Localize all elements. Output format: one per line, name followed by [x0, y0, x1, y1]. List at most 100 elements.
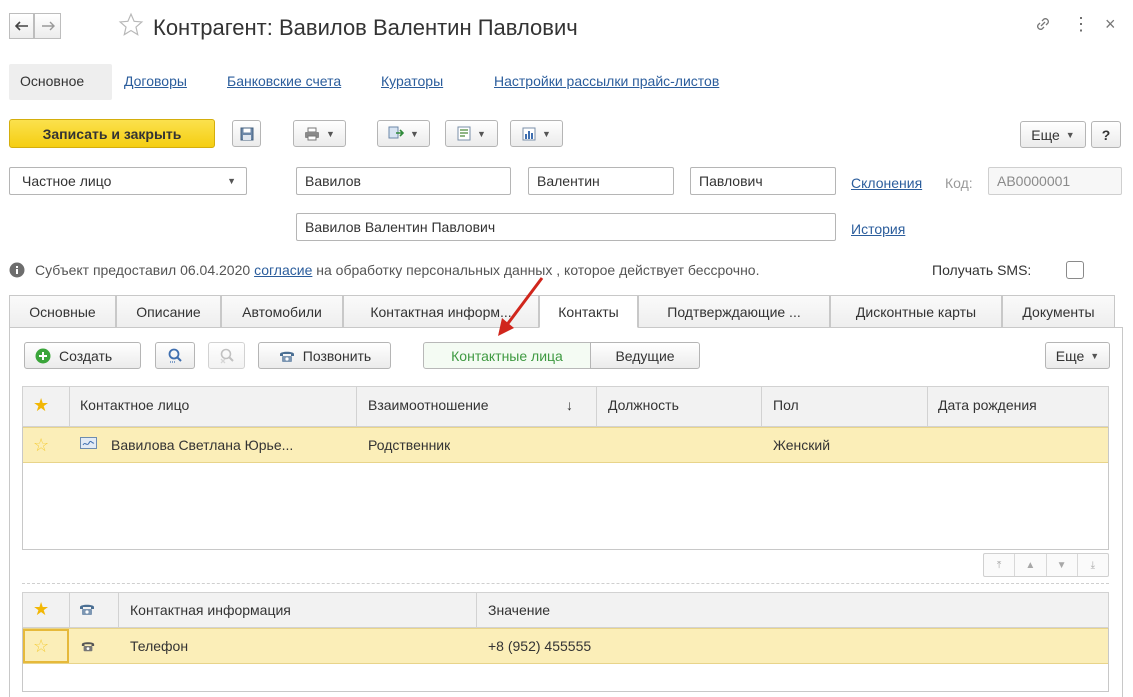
- sms-label: Получать SMS:: [932, 262, 1032, 278]
- row-contact-type: Телефон: [130, 638, 189, 654]
- contacts-more-button[interactable]: Еще ▼: [1045, 342, 1110, 369]
- help-button[interactable]: ?: [1091, 121, 1121, 148]
- row-relation: Родственник: [368, 437, 451, 453]
- row-contact-name: Вавилова Светлана Юрье...: [111, 437, 294, 453]
- chevron-down-icon: ▼: [1090, 350, 1100, 361]
- move-last-icon[interactable]: ⤓: [1078, 554, 1108, 576]
- person-type-select[interactable]: Частное лицо ▼: [9, 167, 247, 195]
- tab-discount-cards[interactable]: Дисконтные карты: [830, 295, 1002, 327]
- col-gender[interactable]: Пол: [773, 397, 799, 413]
- tab-main[interactable]: Основные: [9, 295, 116, 327]
- print-button[interactable]: ▼: [293, 120, 346, 147]
- row-contact-value: +8 (952) 455555: [488, 638, 592, 654]
- contact-card-icon: [80, 437, 97, 449]
- info-icon: [9, 262, 25, 278]
- last-name-field[interactable]: Вавилов: [296, 167, 511, 195]
- panel-splitter[interactable]: [22, 583, 1109, 584]
- section-main[interactable]: Основное: [20, 73, 84, 89]
- window-title: Контрагент: Вавилов Валентин Павлович: [153, 15, 578, 40]
- phone-icon: [80, 639, 96, 653]
- phone-icon: [279, 351, 294, 362]
- call-label: Позвонить: [302, 347, 372, 364]
- chevron-down-icon: ▼: [542, 128, 551, 139]
- toggle-leading[interactable]: Ведущие: [590, 342, 700, 369]
- contacts-more-label: Еще: [1055, 347, 1085, 364]
- save-and-close-button[interactable]: Записать и закрыть: [9, 119, 215, 148]
- save-icon: [240, 127, 253, 140]
- first-name-field[interactable]: Валентин: [528, 167, 674, 195]
- section-curators[interactable]: Кураторы: [381, 73, 443, 89]
- chevron-down-icon: ▼: [410, 128, 419, 139]
- chevron-down-icon: ▼: [326, 128, 335, 139]
- report-icon: [457, 126, 471, 141]
- person-type-value: Частное лицо: [22, 173, 112, 189]
- header-favorite-icon: ★: [33, 396, 50, 414]
- favorite-star-icon: [118, 12, 144, 36]
- header-phone-icon: [78, 601, 96, 617]
- move-first-icon[interactable]: ⤒: [984, 554, 1016, 576]
- save-button[interactable]: [232, 120, 261, 147]
- toolbar-more-button[interactable]: Еще ▼: [1020, 121, 1086, 148]
- link-icon: [1037, 18, 1049, 30]
- link-button[interactable]: [1034, 15, 1052, 33]
- col-position[interactable]: Должность: [608, 397, 679, 413]
- consent-text-before: Субъект предоставил 06.04.2020: [35, 262, 251, 278]
- row-gender: Женский: [773, 437, 831, 453]
- back-button[interactable]: [9, 13, 34, 39]
- tab-description[interactable]: Описание: [116, 295, 221, 327]
- chevron-down-icon: ▼: [477, 128, 486, 139]
- declensions-link[interactable]: Склонения: [851, 175, 922, 191]
- print-icon: [305, 127, 320, 140]
- col-value[interactable]: Значение: [488, 602, 550, 618]
- chevron-down-icon: ▼: [1065, 129, 1075, 140]
- search-icon: [168, 348, 182, 363]
- favorite-button[interactable]: [118, 12, 144, 38]
- row-favorite-icon[interactable]: ☆: [33, 637, 49, 655]
- create-based-on-button[interactable]: ▼: [377, 120, 430, 147]
- tab-documents[interactable]: Документы: [1002, 295, 1115, 327]
- chevron-down-icon: ▼: [227, 176, 236, 186]
- back-arrow-icon: [14, 21, 28, 31]
- consent-link[interactable]: согласие: [254, 262, 312, 278]
- create-label: Создать: [59, 347, 113, 364]
- tab-cars[interactable]: Автомобили: [221, 295, 343, 327]
- header-favorite-icon-2: ★: [33, 600, 50, 618]
- toolbar-more-label: Еще: [1031, 126, 1060, 143]
- section-price-settings[interactable]: Настройки рассылки прайс-листов: [494, 73, 719, 89]
- col-birthdate[interactable]: Дата рождения: [938, 397, 1037, 413]
- charts-button[interactable]: ▼: [510, 120, 563, 147]
- create-based-icon: [388, 126, 405, 139]
- forward-button[interactable]: [34, 13, 61, 39]
- plus-circle-icon: [35, 348, 51, 363]
- reports-button[interactable]: ▼: [445, 120, 498, 147]
- tab-contacts[interactable]: Контакты: [539, 295, 638, 328]
- row-favorite-icon[interactable]: ☆: [33, 436, 49, 454]
- sms-checkbox[interactable]: [1066, 261, 1084, 279]
- move-down-icon[interactable]: ▼: [1047, 554, 1078, 576]
- history-link[interactable]: История: [851, 221, 905, 237]
- col-contact-info[interactable]: Контактная информация: [130, 602, 291, 618]
- close-button[interactable]: ×: [1105, 14, 1116, 35]
- section-contracts[interactable]: Договоры: [124, 73, 187, 89]
- full-name-field[interactable]: Вавилов Валентин Павлович: [296, 213, 836, 241]
- toggle-contacts[interactable]: Контактные лица: [423, 342, 591, 369]
- section-bank-accounts[interactable]: Банковские счета: [227, 73, 341, 89]
- create-button[interactable]: Создать: [24, 342, 141, 369]
- consent-text: Субъект предоставил 06.04.2020 согласие …: [35, 262, 760, 278]
- code-label: Код:: [945, 175, 973, 191]
- move-up-icon[interactable]: ▲: [1015, 554, 1047, 576]
- call-button[interactable]: Позвонить: [258, 342, 391, 369]
- col-contact-person[interactable]: Контактное лицо: [80, 397, 189, 413]
- tab-confirming[interactable]: Подтверждающие ...: [638, 295, 830, 327]
- cancel-search-button[interactable]: [208, 342, 245, 369]
- forward-arrow-icon: [41, 21, 55, 31]
- code-field: АВ0000001: [988, 167, 1122, 195]
- col-relation[interactable]: Взаимоотношение: [368, 397, 489, 413]
- sort-desc-icon: ↓: [566, 397, 573, 413]
- middle-name-field[interactable]: Павлович: [690, 167, 836, 195]
- cancel-search-icon: [220, 348, 234, 363]
- row-move-buttons: ⤒ ▲ ▼ ⤓: [983, 553, 1109, 577]
- more-menu-button[interactable]: ⋮: [1072, 14, 1090, 35]
- search-button[interactable]: [155, 342, 195, 369]
- chart-icon: [522, 127, 536, 140]
